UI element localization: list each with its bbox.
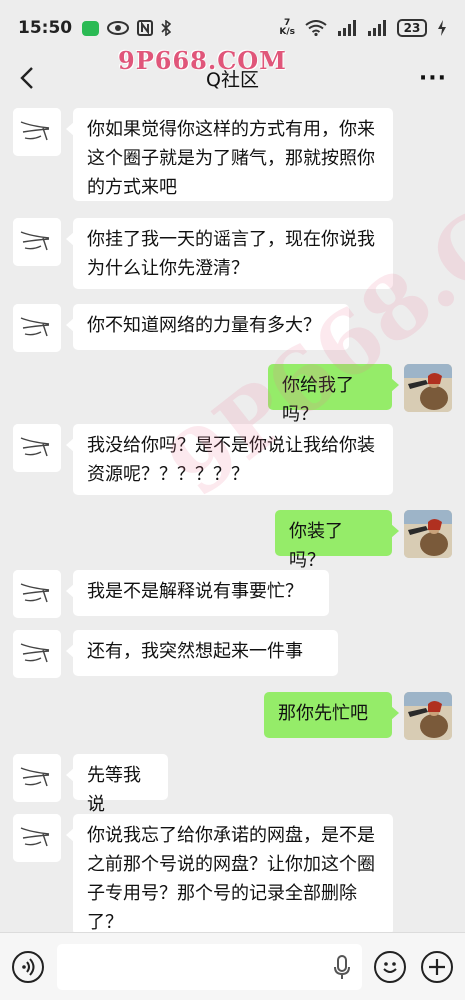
outgoing-message-bubble[interactable]: 你给我了吗？ — [268, 364, 399, 425]
wechat-icon — [82, 19, 100, 37]
incoming-message-bubble[interactable]: 你挂了我一天的谣言了，现在你说我为什么让你先澄清？ — [66, 218, 393, 289]
message-row: 你装了吗？ — [0, 510, 465, 571]
watermark-logo: 9P668.COM — [118, 46, 287, 75]
user-avatar[interactable] — [404, 364, 452, 412]
contact-avatar[interactable] — [13, 570, 61, 618]
contact-avatar[interactable] — [13, 218, 61, 266]
incoming-message-bubble[interactable]: 你如果觉得你这样的方式有用，你来这个圈子就是为了赌气，那就按照你的方式来吧 — [66, 108, 393, 201]
wifi-icon — [305, 19, 327, 37]
bluetooth-icon — [161, 19, 172, 37]
contact-avatar[interactable] — [13, 304, 61, 352]
mic-icon[interactable] — [333, 955, 351, 981]
back-icon[interactable] — [16, 64, 42, 92]
message-row: 那你先忙吧 — [0, 692, 465, 740]
message-row: 你如果觉得你这样的方式有用，你来这个圈子就是为了赌气，那就按照你的方式来吧 — [0, 108, 465, 201]
message-row: 先等我说 — [0, 754, 465, 815]
message-row: 你不知道网络的力量有多大？ — [0, 304, 465, 352]
message-row: 你挂了我一天的谣言了，现在你说我为什么让你先澄清？ — [0, 218, 465, 289]
battery-icon: 23 — [397, 19, 427, 37]
net-speed-unit: K/s — [279, 27, 295, 37]
chat-list[interactable]: 你如果觉得你这样的方式有用，你来这个圈子就是为了赌气，那就按照你的方式来吧你挂了… — [0, 100, 465, 932]
incoming-message-bubble[interactable]: 先等我说 — [66, 754, 168, 815]
status-time: 15:50 — [18, 18, 73, 38]
user-avatar[interactable] — [404, 692, 452, 740]
eye-icon — [107, 19, 130, 37]
incoming-message-bubble[interactable]: 我是不是解释说有事要忙？ — [66, 570, 329, 616]
contact-avatar[interactable] — [13, 108, 61, 156]
status-icons-left — [82, 19, 172, 37]
nfc-icon — [137, 19, 154, 37]
input-bar — [0, 932, 465, 1000]
incoming-message-bubble[interactable]: 你说我忘了给你承诺的网盘，是不是之前那个号说的网盘？让你加这个圈子专用号？那个号… — [66, 814, 393, 932]
message-row: 你给我了吗？ — [0, 364, 465, 425]
message-input[interactable] — [57, 944, 362, 990]
message-row: 还有，我突然想起来一件事 — [0, 630, 465, 678]
incoming-message-bubble[interactable]: 我没给你吗？是不是你说让我给你装资源呢？？？？？？ — [66, 424, 393, 495]
net-speed: 7 K/s — [279, 19, 295, 37]
emoji-icon[interactable] — [374, 951, 406, 983]
contact-avatar[interactable] — [13, 424, 61, 472]
incoming-message-bubble[interactable]: 还有，我突然想起来一件事 — [66, 630, 338, 676]
signal-icon — [337, 19, 357, 37]
message-row: 我是不是解释说有事要忙？ — [0, 570, 465, 618]
message-row: 我没给你吗？是不是你说让我给你装资源呢？？？？？？ — [0, 424, 465, 495]
status-icons-right: 7 K/s 23 — [279, 19, 447, 37]
signal-icon — [367, 19, 387, 37]
user-avatar[interactable] — [404, 510, 452, 558]
plus-icon[interactable] — [421, 951, 453, 983]
contact-avatar[interactable] — [13, 754, 61, 802]
incoming-message-bubble[interactable]: 你不知道网络的力量有多大？ — [66, 304, 349, 350]
contact-avatar[interactable] — [13, 814, 61, 862]
contact-avatar[interactable] — [13, 630, 61, 678]
voice-icon[interactable] — [12, 951, 44, 983]
message-row: 你说我忘了给你承诺的网盘，是不是之前那个号说的网盘？让你加这个圈子专用号？那个号… — [0, 814, 465, 932]
outgoing-message-bubble[interactable]: 你装了吗？ — [275, 510, 399, 571]
charging-icon — [437, 19, 447, 37]
more-button[interactable]: ··· — [419, 66, 447, 91]
outgoing-message-bubble[interactable]: 那你先忙吧 — [264, 692, 399, 738]
